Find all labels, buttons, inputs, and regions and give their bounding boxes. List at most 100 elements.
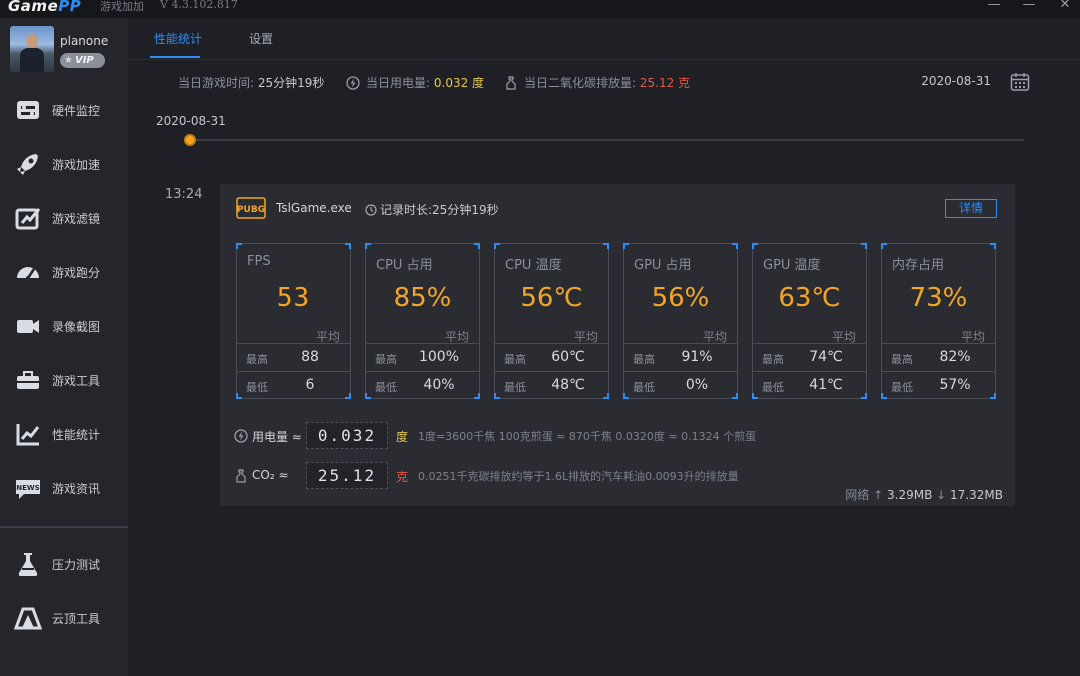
sidebar-item-label: 游戏资讯 (52, 482, 101, 496)
cloud-tool-icon (14, 607, 42, 630)
detail-button[interactable]: 详情 (945, 199, 997, 218)
username[interactable]: planone (60, 34, 108, 48)
lightning-icon (346, 76, 360, 90)
metric-max-label: 最高 (246, 353, 268, 366)
main-content: 性能统计 设置 当日游戏时间: 25分钟19秒 当日用电量: 0.032 度 当… (128, 18, 1080, 676)
sidebar-item-cloud-tool[interactable]: 云顶工具 (0, 598, 128, 638)
sidebar-item-label: 游戏跑分 (52, 266, 101, 280)
network-label: 网络 (845, 488, 870, 502)
metric-max: 74℃ (809, 349, 843, 365)
daily-power: 当日用电量: 0.032 度 (346, 74, 484, 91)
metric-average: 56% (651, 283, 710, 313)
sidebar-item-label: 云顶工具 (52, 612, 101, 626)
sidebar-item-stress-test[interactable]: 压力测试 (0, 544, 128, 584)
network-upload: 3.29MB (887, 488, 933, 502)
sidebar-item-record[interactable]: 录像截图 (0, 306, 128, 346)
tab-bar: 性能统计 设置 (128, 18, 1080, 60)
metric-max-label: 最高 (375, 353, 397, 366)
metric-min: 6 (305, 377, 315, 393)
metric-min: 41℃ (809, 377, 843, 393)
metric-max: 91% (681, 349, 713, 365)
rocket-icon (17, 154, 38, 175)
sidebar-item-label: 压力测试 (52, 558, 101, 572)
sidebar-divider (0, 526, 128, 528)
metric-memory-usage: 内存占用 73% 平均 最高 82% 最低 57% (881, 243, 996, 399)
power-description: 1度=3600千焦 100克煎蛋 ≈ 870千焦 0.0320度 ≈ 0.132… (418, 430, 757, 443)
selected-date: 2020-08-31 (921, 74, 991, 88)
close-button[interactable]: ✕ (1055, 0, 1075, 14)
co2-value-display: 25.12 (306, 462, 388, 489)
power-unit: 度 (396, 430, 409, 444)
star-icon: ★ (64, 55, 73, 66)
tab-settings[interactable]: 设置 (249, 30, 273, 47)
avatar[interactable] (10, 26, 54, 72)
co2-description: 0.0251千克碳排放约等于1.6L排放的汽车耗油0.0093升的排放量 (418, 470, 739, 483)
metric-gpu-temp: GPU 温度 63℃ 平均 最高 74℃ 最低 41℃ (752, 243, 867, 399)
sidebar-item-game-boost[interactable]: 游戏加速 (0, 144, 128, 184)
metric-max-label: 最高 (762, 353, 784, 366)
hardware-monitor-icon (17, 101, 39, 119)
clock-icon (365, 204, 377, 216)
chart-icon (16, 424, 40, 446)
metric-cpu-usage: CPU 占用 85% 平均 最高 100% 最低 40% (365, 243, 480, 399)
sidebar-item-news[interactable]: NEWS 游戏资讯 (0, 468, 128, 508)
co2-unit: 克 (396, 470, 409, 484)
record-duration: 记录时长:25分钟19秒 (365, 201, 499, 218)
news-icon: NEWS (16, 480, 40, 499)
metric-min-label: 最低 (891, 381, 913, 394)
timeline-marker[interactable] (184, 134, 196, 146)
game-exe-name: TslGame.exe (276, 201, 352, 215)
calendar-icon[interactable] (1010, 72, 1030, 92)
metric-average: 85% (393, 283, 452, 313)
metric-average: 56℃ (520, 283, 583, 313)
metric-min-label: 最低 (504, 381, 526, 394)
sidebar-item-game-tools[interactable]: 游戏工具 (0, 360, 128, 400)
metric-label: 内存占用 (892, 258, 945, 273)
metric-max: 88 (301, 349, 319, 365)
metric-min-label: 最低 (375, 381, 397, 394)
sidebar-item-hardware-monitor[interactable]: 硬件监控 (0, 90, 128, 130)
sidebar-item-label: 游戏工具 (52, 374, 101, 388)
sidebar-item-label: 游戏加速 (52, 158, 101, 172)
metric-label: CPU 温度 (505, 258, 562, 273)
power-usage-row: 用电量 ≈ 0.032 度 1度=3600千焦 100克煎蛋 ≈ 870千焦 0… (234, 422, 1004, 450)
sidebar-item-benchmark[interactable]: 游戏跑分 (0, 252, 128, 292)
daily-play-time: 当日游戏时间: 25分钟19秒 (178, 76, 325, 90)
sidebar-item-game-filter[interactable]: 游戏滤镜 (0, 198, 128, 238)
session-card: PUBG TslGame.exe 记录时长:25分钟19秒 详情 FPS 53 … (220, 184, 1015, 506)
metric-average: 53 (276, 283, 311, 313)
metric-min: 57% (939, 377, 971, 393)
svg-text:PUBG: PUBG (237, 205, 265, 215)
metric-average: 63℃ (778, 283, 841, 313)
timeline-track[interactable] (190, 139, 1024, 141)
timeline-date-label: 2020-08-31 (156, 114, 226, 128)
metric-max-label: 最高 (891, 353, 913, 366)
daily-co2: 当日二氧化碳排放量: 25.12 克 (504, 74, 690, 91)
sidebar-item-label: 录像截图 (52, 320, 101, 334)
network-download: 17.32MB (950, 488, 1003, 502)
session-time: 13:24 (165, 187, 203, 202)
svg-text:NEWS: NEWS (16, 484, 39, 492)
metric-min: 0% (685, 377, 709, 393)
active-tab-indicator (150, 56, 200, 58)
network-usage: 网络 ↑ 3.29MB ↓ 17.32MB (845, 486, 1003, 503)
co2-label: CO₂ ≈ (252, 468, 289, 482)
minimize-button[interactable]: — (984, 0, 1004, 14)
speedometer-icon (17, 267, 39, 280)
toolbox-icon (17, 371, 39, 389)
metric-max-label: 最高 (504, 353, 526, 366)
sidebar-item-label: 游戏滤镜 (52, 212, 101, 226)
metric-min: 48℃ (551, 377, 585, 393)
app-name: 游戏加加 (100, 0, 144, 13)
app-logo: GamePP (8, 0, 82, 15)
maximize-button[interactable]: — (1019, 0, 1039, 14)
metric-max: 100% (418, 349, 460, 365)
metric-min-label: 最低 (246, 381, 268, 394)
metric-average: 73% (909, 283, 968, 313)
metric-cpu-temp: CPU 温度 56℃ 平均 最高 60℃ 最低 48℃ (494, 243, 609, 399)
tab-performance-stats[interactable]: 性能统计 (154, 30, 202, 47)
sidebar-item-performance-stats[interactable]: 性能统计 (0, 414, 128, 454)
metric-gpu-usage: GPU 占用 56% 平均 最高 91% 最低 0% (623, 243, 738, 399)
sidebar: planone ★ VIP 硬件监控 游戏加速 游戏滤镜 游戏跑分 录像截图 游戏… (0, 18, 128, 676)
vip-badge: ★ VIP (60, 53, 105, 68)
